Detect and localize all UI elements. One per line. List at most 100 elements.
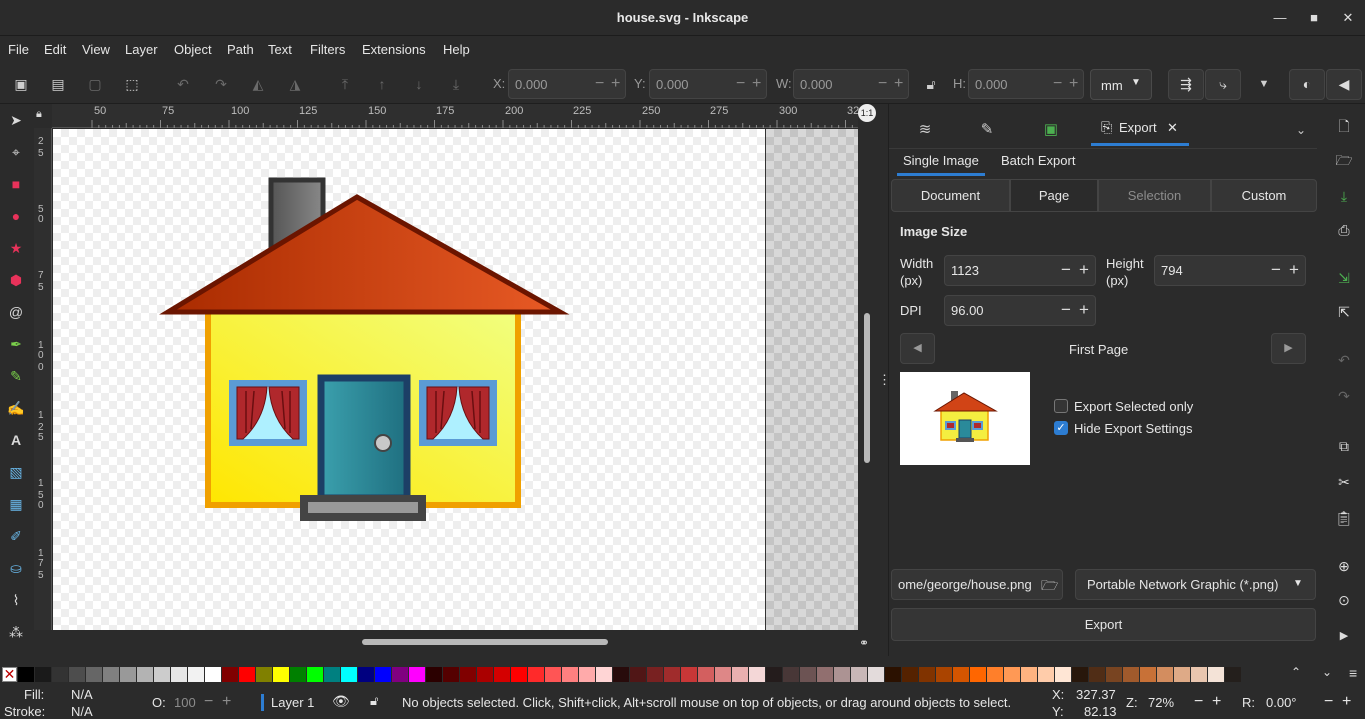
mesh-tool-icon[interactable]: ▦: [6, 494, 26, 514]
color-swatch[interactable]: [477, 667, 493, 682]
scale-corners-icon[interactable]: ⤷: [1205, 69, 1241, 100]
color-swatch[interactable]: [171, 667, 187, 682]
color-swatch[interactable]: [664, 667, 680, 682]
color-swatch[interactable]: [52, 667, 68, 682]
color-swatch[interactable]: [936, 667, 952, 682]
color-swatch[interactable]: [409, 667, 425, 682]
color-swatch[interactable]: [86, 667, 102, 682]
plus-icon[interactable]: +: [611, 75, 620, 93]
raise-to-top-icon[interactable]: ⤒: [335, 74, 355, 94]
color-swatch[interactable]: [443, 667, 459, 682]
minus-icon[interactable]: −: [1194, 693, 1203, 711]
more-options-icon[interactable]: ▼: [1254, 74, 1274, 94]
touch-select-icon[interactable]: ⬚: [122, 74, 142, 94]
color-swatch[interactable]: [834, 667, 850, 682]
menu-extensions[interactable]: Extensions: [362, 42, 426, 57]
house-drawing[interactable]: [53, 129, 765, 630]
minus-icon[interactable]: −: [1053, 75, 1062, 93]
color-swatch[interactable]: [1021, 667, 1037, 682]
plus-icon[interactable]: +: [1079, 260, 1089, 280]
export-button[interactable]: Export: [891, 608, 1316, 641]
export-selected-checkbox[interactable]: [1054, 399, 1068, 413]
close-tab-icon[interactable]: ✕: [1167, 120, 1178, 136]
menu-edit[interactable]: Edit: [44, 42, 66, 57]
drawing-canvas[interactable]: [53, 129, 858, 630]
color-swatch[interactable]: [511, 667, 527, 682]
calligraphy-tool-icon[interactable]: ✍: [6, 398, 26, 418]
layers-tab-icon[interactable]: ≋: [913, 118, 937, 142]
minus-icon[interactable]: −: [736, 75, 745, 93]
color-swatch[interactable]: [1225, 667, 1241, 682]
color-swatch[interactable]: [256, 667, 272, 682]
next-page-button[interactable]: ▶: [1271, 333, 1306, 364]
palette-menu-icon[interactable]: ≡: [1349, 665, 1357, 681]
menu-filters[interactable]: Filters: [310, 42, 345, 57]
undo-icon[interactable]: ↶: [1334, 350, 1354, 370]
plus-icon[interactable]: +: [1079, 300, 1089, 320]
tab-export[interactable]: ⎘ Export ✕: [1091, 112, 1189, 146]
color-swatch[interactable]: [341, 667, 357, 682]
color-swatch[interactable]: [307, 667, 323, 682]
lower-to-bottom-icon[interactable]: ⤓: [446, 74, 466, 94]
color-swatch[interactable]: [18, 667, 34, 682]
color-swatch[interactable]: [375, 667, 391, 682]
minus-icon[interactable]: −: [878, 75, 887, 93]
color-swatch[interactable]: [596, 667, 612, 682]
color-swatch[interactable]: [154, 667, 170, 682]
zoom-selection-icon[interactable]: ⊕: [1334, 556, 1354, 576]
lock-icon[interactable]: 🔓︎: [921, 74, 941, 94]
width-field[interactable]: 1123 − +: [944, 255, 1096, 286]
rectangle-tool-icon[interactable]: ■: [6, 174, 26, 194]
rotate-ccw-icon[interactable]: ↶: [173, 74, 193, 94]
color-swatch[interactable]: [1004, 667, 1020, 682]
panel-handle-icon[interactable]: ⋮: [878, 372, 891, 388]
open-document-icon[interactable]: 🗁: [1334, 150, 1354, 170]
color-swatch[interactable]: [239, 667, 255, 682]
pen-tool-icon[interactable]: ✒: [6, 334, 26, 354]
color-swatch[interactable]: [715, 667, 731, 682]
menu-text[interactable]: Text: [268, 42, 292, 57]
minus-icon[interactable]: −: [595, 75, 604, 93]
color-swatch[interactable]: [885, 667, 901, 682]
color-swatch[interactable]: [681, 667, 697, 682]
gradient-tool-icon[interactable]: ▧: [6, 462, 26, 482]
plus-icon[interactable]: +: [894, 75, 903, 93]
minus-icon[interactable]: −: [1061, 300, 1071, 320]
y-field[interactable]: 0.000 − +: [649, 69, 767, 99]
plus-icon[interactable]: +: [752, 75, 761, 93]
color-swatch[interactable]: [579, 667, 595, 682]
menu-path[interactable]: Path: [227, 42, 254, 57]
window-left[interactable]: [229, 380, 307, 446]
3d-box-tool-icon[interactable]: ⬢: [6, 270, 26, 290]
color-swatch[interactable]: [613, 667, 629, 682]
color-swatch[interactable]: [868, 667, 884, 682]
selector-tool-icon[interactable]: ➤: [6, 110, 26, 130]
rotate-cw-icon[interactable]: ↷: [211, 74, 231, 94]
color-swatch[interactable]: [103, 667, 119, 682]
paste-icon[interactable]: 📋︎: [1334, 508, 1354, 528]
color-swatch[interactable]: [358, 667, 374, 682]
color-swatch[interactable]: [698, 667, 714, 682]
color-management-icon[interactable]: ⚭: [859, 636, 875, 652]
color-swatch[interactable]: [1191, 667, 1207, 682]
color-swatch[interactable]: [1038, 667, 1054, 682]
fill-value[interactable]: N/A: [71, 687, 93, 702]
folder-open-icon[interactable]: 🗁: [1038, 575, 1059, 599]
menu-layer[interactable]: Layer: [125, 42, 158, 57]
plus-icon[interactable]: +: [222, 693, 231, 711]
color-swatch[interactable]: [205, 667, 221, 682]
area-custom-button[interactable]: Custom: [1211, 179, 1317, 212]
lock-guides-icon[interactable]: 🔒︎: [36, 108, 50, 126]
layer-visibility-icon[interactable]: 👁︎: [332, 693, 350, 710]
deselect-icon[interactable]: ▢: [85, 74, 105, 94]
ruler-top[interactable]: 50 75 100 125 150 175 200 225 250 275 30…: [52, 104, 859, 128]
window-right[interactable]: [419, 380, 497, 446]
flip-horizontal-icon[interactable]: ◭: [248, 74, 268, 94]
export-format-select[interactable]: Portable Network Graphic (*.png) ▼: [1075, 569, 1316, 600]
horizontal-scroll-thumb[interactable]: [362, 639, 608, 645]
color-swatch[interactable]: [919, 667, 935, 682]
cut-icon[interactable]: ✂: [1334, 472, 1354, 492]
collapse-left-icon[interactable]: ◀: [1326, 69, 1362, 100]
door-step[interactable]: [300, 495, 426, 521]
paint-bucket-tool-icon[interactable]: ⛀: [6, 558, 26, 578]
